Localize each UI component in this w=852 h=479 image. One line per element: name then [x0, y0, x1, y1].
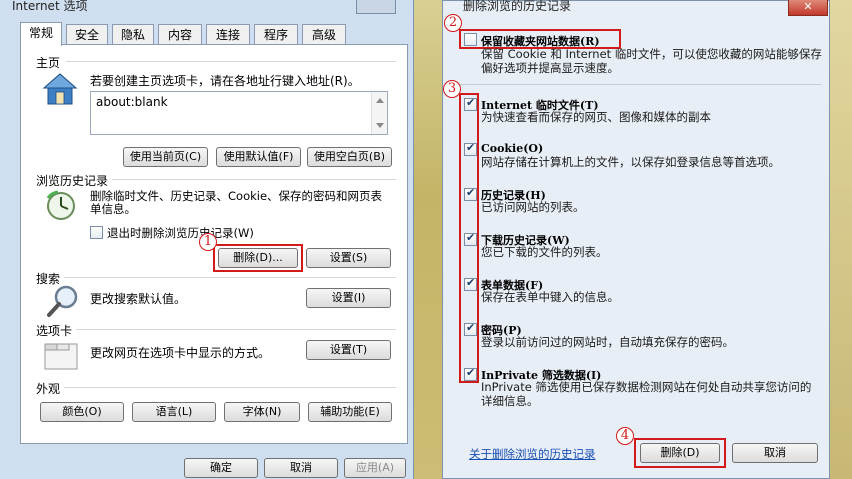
delete-on-exit-label: 退出时删除浏览历史记录(W)	[107, 226, 254, 240]
homepage-description: 若要创建主页选项卡，请在各地址行键入地址(R)。	[90, 74, 360, 88]
callout-2: 2	[444, 14, 462, 32]
download-history-checkbox[interactable]	[464, 231, 477, 246]
tab-privacy[interactable]: 隐私	[112, 24, 154, 45]
history-checkbox[interactable]	[464, 186, 477, 201]
desktop-background	[412, 0, 442, 479]
section-divider	[64, 277, 396, 278]
fonts-button[interactable]: 字体(N)	[224, 402, 300, 422]
window-close-button[interactable]	[356, 0, 396, 14]
tabs-settings-button[interactable]: 设置(T)	[306, 340, 391, 360]
homepage-address-field[interactable]: about:blank	[90, 91, 388, 135]
highlight-delete-box	[213, 244, 303, 272]
download-history-description: 您已下载的文件的列表。	[481, 245, 608, 259]
dialog-close-button[interactable]: ✕	[788, 0, 828, 16]
dialog-cancel-button[interactable]: 取消	[732, 443, 818, 463]
use-default-button[interactable]: 使用默认值(F)	[216, 147, 301, 167]
apply-button[interactable]: 应用(A)	[344, 458, 406, 478]
scroll-up-icon[interactable]	[376, 98, 384, 103]
desktop-background-right	[830, 0, 852, 479]
preserve-favorites-description: 保留 Cookie 和 Internet 临时文件，可以使您收藏的网站能够保存偏…	[481, 47, 822, 75]
colors-button[interactable]: 颜色(O)	[40, 402, 124, 422]
cancel-button[interactable]: 取消	[264, 458, 338, 478]
appearance-section-label: 外观	[36, 382, 61, 396]
ok-button[interactable]: 确定	[184, 458, 258, 478]
inprivate-checkbox[interactable]	[464, 366, 477, 381]
scroll-down-icon[interactable]	[376, 123, 384, 128]
dialog-title: 删除浏览的历史记录	[463, 0, 572, 13]
section-divider	[112, 179, 396, 180]
tab-general[interactable]: 常规	[20, 22, 62, 46]
homepage-address-value: about:blank	[96, 95, 168, 109]
delete-on-exit-checkbox[interactable]	[90, 226, 103, 239]
history-description: 删除临时文件、历史记录、Cookie、保存的密码和网页表单信息。	[90, 189, 383, 216]
search-description: 更改搜索默认值。	[90, 292, 187, 306]
tabs-description: 更改网页在选项卡中显示的方式。	[90, 346, 271, 360]
temp-files-description: 为快速查看而保存的网页、图像和媒体的副本	[481, 110, 711, 124]
tab-advanced[interactable]: 高级	[302, 24, 346, 45]
tab-security[interactable]: 安全	[66, 24, 108, 45]
section-divider	[76, 329, 396, 330]
highlight-preserve-box	[459, 29, 621, 49]
tabs-section-label: 选项卡	[36, 324, 73, 338]
magnifier-icon	[46, 284, 80, 318]
passwords-description: 登录以前访问过的网站时，自动填充保存的密码。	[481, 335, 734, 349]
about-delete-history-link[interactable]: 关于删除浏览的历史记录	[469, 446, 596, 462]
history-settings-button[interactable]: 设置(S)	[306, 248, 391, 268]
history-item-description: 已访问网站的列表。	[481, 200, 585, 214]
window-title: Internet 选项	[12, 0, 88, 13]
tab-content[interactable]: 内容	[158, 24, 202, 45]
cookies-checkbox[interactable]	[464, 141, 477, 156]
form-data-checkbox[interactable]	[464, 276, 477, 291]
homepage-section-label: 主页	[36, 56, 61, 70]
cookies-title: Cookie(O)	[481, 142, 544, 155]
use-current-button[interactable]: 使用当前页(C)	[123, 147, 208, 167]
address-scrollbar[interactable]	[371, 92, 387, 134]
use-blank-button[interactable]: 使用空白页(B)	[307, 147, 392, 167]
cookies-description: 网站存储在计算机上的文件，以保存如登录信息等首选项。	[481, 155, 780, 169]
temp-files-checkbox[interactable]	[464, 96, 477, 111]
inprivate-description: InPrivate 筛选使用已保存数据检测网站在何处自动共享您访问的详细信息。	[481, 380, 812, 408]
callout-4: 4	[616, 427, 634, 445]
history-clock-icon	[44, 190, 78, 222]
highlight-dialog-delete-box	[634, 438, 726, 468]
callout-3: 3	[443, 80, 461, 98]
tab-programs[interactable]: 程序	[254, 24, 298, 45]
section-divider	[64, 387, 396, 388]
history-section-label: 浏览历史记录	[36, 174, 109, 188]
callout-1: 1	[199, 233, 217, 251]
accessibility-button[interactable]: 辅助功能(E)	[308, 402, 392, 422]
tabs-icon	[44, 340, 78, 370]
form-data-description: 保存在表单中键入的信息。	[481, 290, 619, 304]
languages-button[interactable]: 语言(L)	[132, 402, 216, 422]
house-icon	[42, 72, 78, 106]
dialog-divider	[456, 84, 822, 85]
section-divider	[66, 61, 396, 62]
search-settings-button[interactable]: 设置(I)	[306, 288, 391, 308]
tab-connections[interactable]: 连接	[206, 24, 250, 45]
passwords-checkbox[interactable]	[464, 321, 477, 336]
